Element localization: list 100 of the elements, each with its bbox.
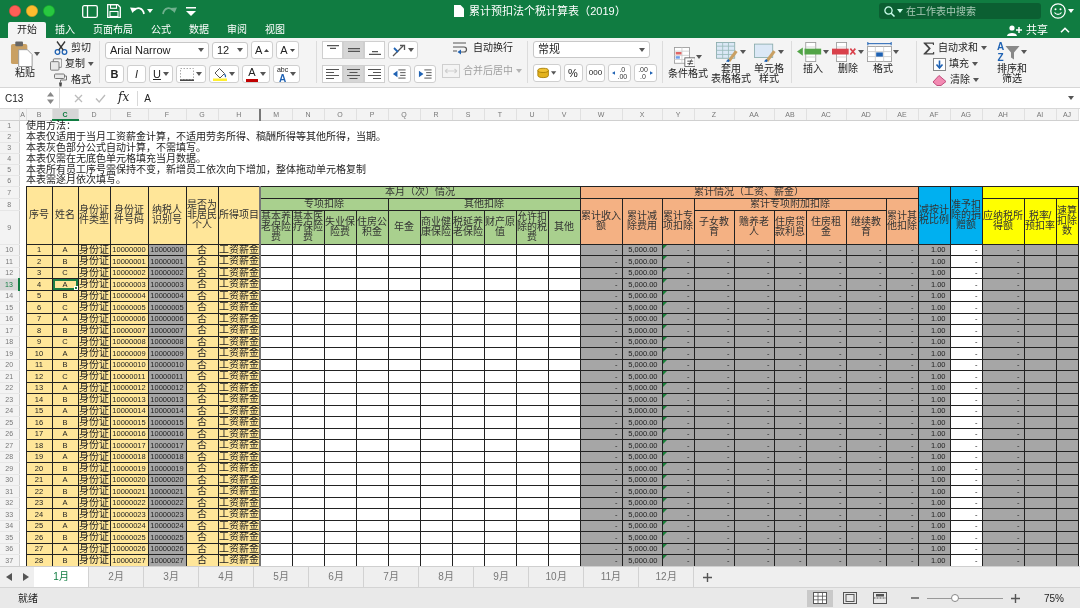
ribbon-tab[interactable]: 插入 bbox=[46, 22, 84, 38]
align-middle-icon bbox=[347, 48, 360, 52]
caret-icon bbox=[259, 72, 266, 76]
ribbon-tab[interactable]: 审阅 bbox=[218, 22, 256, 38]
table-cell: 工资薪金 bbox=[218, 313, 260, 325]
sidebar-button[interactable] bbox=[82, 4, 98, 18]
feedback-button[interactable] bbox=[1050, 3, 1074, 19]
format-painter-button[interactable]: 格式 bbox=[50, 73, 94, 87]
sort-filter-button[interactable]: A Z 排序和 筛选 bbox=[992, 41, 1032, 84]
copy-button[interactable]: 复制 bbox=[50, 57, 94, 71]
insert-button[interactable]: 插入 bbox=[797, 41, 829, 74]
insert-function-button[interactable]: fx bbox=[118, 91, 130, 105]
table-cell: 工资薪金 bbox=[218, 244, 260, 256]
cell-styles-button[interactable]: 单元格 样式 bbox=[754, 41, 785, 84]
align-center-button[interactable] bbox=[343, 65, 364, 83]
coins-icon bbox=[537, 67, 550, 79]
ribbon-tab[interactable]: 页面布局 bbox=[84, 22, 142, 38]
caret-icon bbox=[147, 9, 153, 13]
smiley-icon bbox=[1050, 3, 1066, 19]
table-cell: 工资薪金 bbox=[218, 428, 260, 440]
align-middle-button[interactable] bbox=[343, 41, 364, 59]
note-text: 使用方法： bbox=[26, 120, 76, 131]
orientation-button[interactable] bbox=[388, 41, 418, 59]
increase-font-button[interactable]: A bbox=[251, 41, 274, 59]
wrap-text-icon bbox=[451, 41, 470, 55]
table-cell: 身份证 bbox=[78, 313, 110, 325]
name-box[interactable]: C13 bbox=[0, 87, 60, 109]
normal-view-button[interactable] bbox=[807, 589, 833, 607]
checkmark-icon[interactable] bbox=[95, 93, 106, 103]
customize-button[interactable] bbox=[186, 6, 196, 16]
column-header: 所得项目 bbox=[218, 186, 260, 244]
increase-indent-button[interactable] bbox=[413, 65, 436, 83]
table-cell: 身份证 bbox=[78, 382, 110, 394]
page-break-icon bbox=[873, 592, 887, 604]
clipboard-icon bbox=[9, 41, 34, 67]
wrap-text-button[interactable]: 自动换行 bbox=[442, 41, 522, 55]
caret-icon bbox=[195, 72, 202, 76]
caret-icon bbox=[162, 72, 169, 76]
delete-button[interactable]: 删除 bbox=[832, 41, 864, 74]
column-header: 税率/预扣率 bbox=[1024, 198, 1056, 244]
table-cell: 否 bbox=[186, 405, 218, 417]
caret-icon bbox=[237, 48, 243, 52]
format-button[interactable]: 格式 bbox=[867, 41, 899, 74]
paste-button[interactable]: 粘贴 bbox=[6, 41, 44, 78]
table-cell: 工资薪金 bbox=[218, 405, 260, 417]
cut-button[interactable]: 剪切 bbox=[50, 41, 94, 55]
table-cell: 否 bbox=[186, 359, 218, 371]
align-top-button[interactable] bbox=[322, 41, 343, 59]
font-size-dropdown[interactable]: 12 bbox=[212, 41, 248, 59]
thousands-button[interactable]: 000 bbox=[585, 64, 606, 82]
ribbon-tab[interactable]: 公式 bbox=[142, 22, 180, 38]
decrease-indent-button[interactable] bbox=[388, 65, 411, 83]
align-bottom-button[interactable] bbox=[364, 41, 385, 59]
align-right-button[interactable] bbox=[364, 65, 385, 83]
currency-button[interactable] bbox=[533, 64, 561, 82]
table-cell: 否 bbox=[186, 313, 218, 325]
font-color-button[interactable]: A bbox=[241, 65, 270, 83]
align-left-button[interactable] bbox=[322, 65, 343, 83]
bold-button[interactable]: B bbox=[105, 65, 124, 83]
borders-button[interactable] bbox=[175, 65, 206, 83]
conditional-formatting-button[interactable]: 条件格式 bbox=[668, 41, 708, 84]
ribbon-tab[interactable]: 数据 bbox=[180, 22, 218, 38]
slider-thumb[interactable] bbox=[951, 594, 960, 602]
table-cell: 身份证 bbox=[78, 543, 110, 555]
sheet-tab[interactable]: 1月 bbox=[34, 567, 89, 587]
caret-icon bbox=[981, 46, 987, 50]
ribbon-tab[interactable]: 开始 bbox=[8, 22, 46, 38]
format-as-table-button[interactable]: 套用 表格格式 bbox=[711, 41, 751, 84]
percent-button[interactable]: % bbox=[563, 64, 583, 82]
column-header: 累计专项扣除 bbox=[662, 198, 694, 244]
save-button[interactable] bbox=[107, 4, 121, 18]
italic-button[interactable]: I bbox=[127, 65, 146, 83]
number-format-dropdown[interactable]: 常规 bbox=[533, 41, 650, 58]
stepper-icon[interactable] bbox=[47, 92, 54, 104]
decrease-font-button[interactable]: A bbox=[276, 41, 299, 59]
autosum-button[interactable]: 自动求和 bbox=[922, 41, 988, 55]
table-cell: 否 bbox=[186, 520, 218, 532]
share-button[interactable]: 共享 bbox=[1007, 22, 1048, 38]
fill-color-icon bbox=[212, 67, 227, 81]
conditional-format-icon bbox=[673, 47, 696, 67]
undo-button[interactable] bbox=[130, 5, 153, 17]
minimize-icon[interactable] bbox=[26, 5, 38, 17]
column-header: 序号 bbox=[26, 186, 52, 244]
font-name-dropdown[interactable]: Arial Narrow bbox=[105, 41, 209, 59]
fill-handle[interactable] bbox=[73, 285, 77, 290]
underline-button[interactable]: U bbox=[149, 65, 173, 83]
formula-field[interactable]: A bbox=[137, 90, 1062, 106]
caret-icon bbox=[1068, 9, 1074, 13]
zoom-in-button[interactable] bbox=[1011, 593, 1020, 603]
ribbon-tab[interactable]: 视图 bbox=[256, 22, 294, 38]
delete-cells-icon bbox=[832, 42, 857, 62]
search-field[interactable]: 在工作表中搜索 bbox=[879, 3, 1041, 19]
fill-button[interactable]: 填充 bbox=[922, 57, 988, 71]
column-header: 本月（次）情况 bbox=[260, 186, 580, 198]
window-title: 累计预扣法个税计算表（2019） bbox=[469, 4, 626, 18]
table-cell: 身份证 bbox=[78, 244, 110, 256]
table-cell: 身份证 bbox=[78, 497, 110, 509]
clear-button[interactable]: 清除 bbox=[922, 73, 988, 87]
fill-color-button[interactable] bbox=[208, 65, 239, 83]
expand-icon[interactable] bbox=[1068, 96, 1074, 100]
